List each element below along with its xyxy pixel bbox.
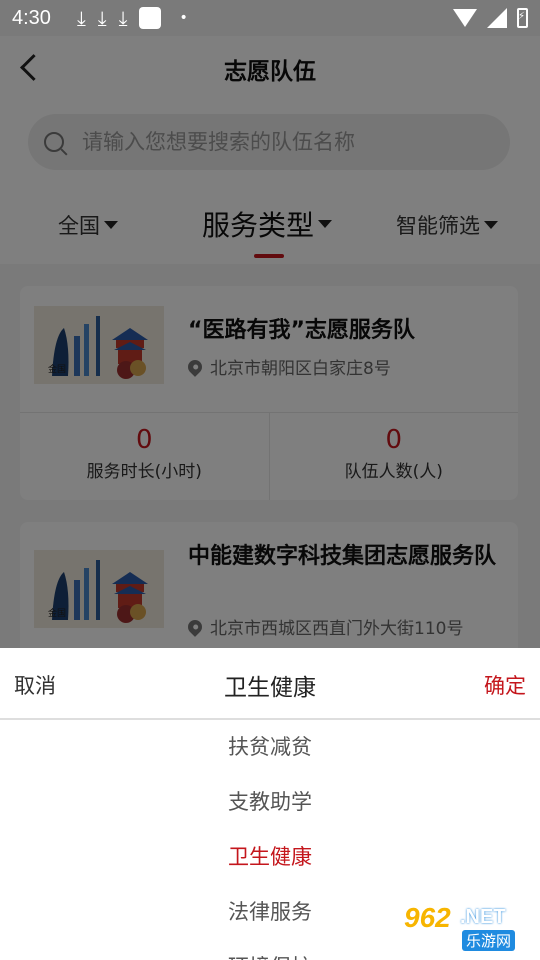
confirm-button[interactable]: 确定 xyxy=(484,670,526,700)
service-type-picker-sheet: 取消 卫生健康 确定 扶贫减贫 支教助学 卫生健康 法律服务 环境保护 962 … xyxy=(0,648,540,960)
signal-icon xyxy=(487,8,507,28)
download-icon: ⤓ xyxy=(76,6,86,30)
wifi-icon xyxy=(453,9,477,27)
site-watermark: 962 .NET 乐游网 xyxy=(402,898,532,956)
picker-option-selected[interactable]: 卫生健康 xyxy=(0,830,540,885)
picker-toolbar: 取消 卫生健康 确定 xyxy=(0,648,540,720)
notification-icon xyxy=(139,7,162,29)
watermark-net: .NET xyxy=(460,906,506,928)
picker-option[interactable]: 扶贫减贫 xyxy=(0,720,540,775)
download-icon: ⤓ xyxy=(118,6,128,30)
picker-title: 卫生健康 xyxy=(224,675,316,701)
watermark-site-name: 乐游网 xyxy=(462,930,516,951)
battery-charging-icon xyxy=(517,8,528,28)
more-notifications-dot: • xyxy=(179,10,188,26)
status-time: 4:30 xyxy=(12,6,51,29)
status-bar: 4:30 ⤓ ⤓ ⤓ • xyxy=(0,0,540,36)
watermark-number: 962 xyxy=(404,902,451,933)
download-icon: ⤓ xyxy=(97,6,107,30)
picker-option[interactable]: 支教助学 xyxy=(0,775,540,830)
